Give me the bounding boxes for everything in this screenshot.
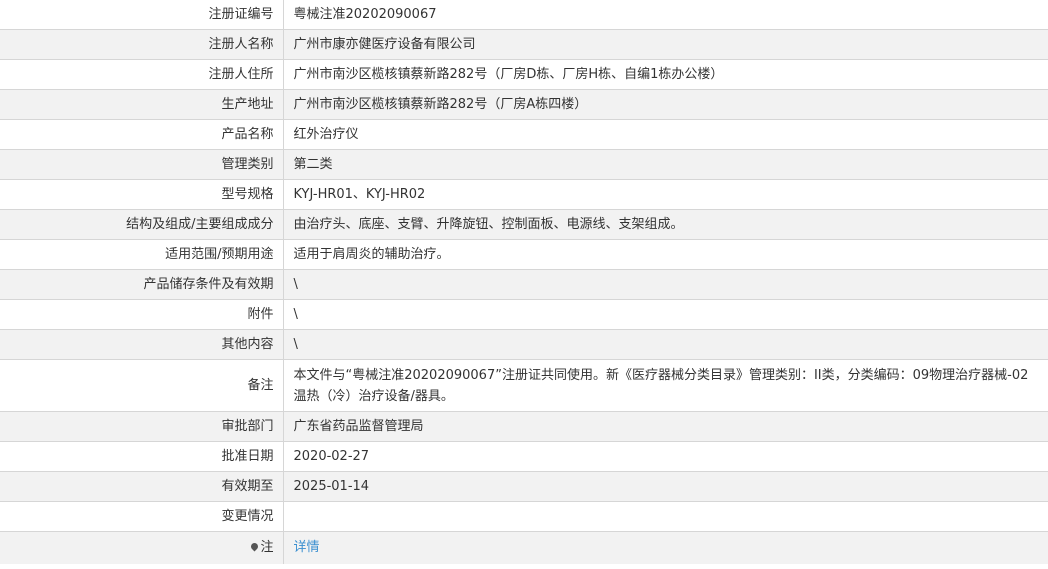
table-row-other-content: 其他内容 \ <box>0 329 1048 360</box>
table-row-product-name: 产品名称 红外治疗仪 <box>0 119 1048 150</box>
table-row-note: 注 详情 <box>0 531 1048 564</box>
row-value: \ <box>283 329 1048 360</box>
table-row-storage-validity: 产品储存条件及有效期 \ <box>0 269 1048 300</box>
table-row-production-address: 生产地址 广州市南沙区榄核镇蔡新路282号（厂房A栋四楼） <box>0 89 1048 120</box>
row-label: 批准日期 <box>0 441 284 472</box>
row-label: 注册人名称 <box>0 29 284 60</box>
row-label: 型号规格 <box>0 179 284 210</box>
row-value: 由治疗头、底座、支臂、升降旋钮、控制面板、电源线、支架组成。 <box>283 209 1048 240</box>
row-label: 注册证编号 <box>0 0 284 30</box>
row-label: 变更情况 <box>0 501 284 532</box>
pin-icon <box>250 541 260 552</box>
row-label: 管理类别 <box>0 149 284 180</box>
table-row-management-category: 管理类别 第二类 <box>0 149 1048 180</box>
note-value-cell: 详情 <box>283 531 1048 564</box>
row-label: 产品名称 <box>0 119 284 150</box>
row-value: 第二类 <box>283 149 1048 180</box>
row-value: \ <box>283 269 1048 300</box>
row-value: 广州市南沙区榄核镇蔡新路282号（厂房D栋、厂房H栋、自编1栋办公楼） <box>283 59 1048 90</box>
registration-info-table: 注册证编号 粤械注准20202090067 注册人名称 广州市康亦健医疗设备有限… <box>0 0 1048 564</box>
row-value: 红外治疗仪 <box>283 119 1048 150</box>
row-value: 本文件与“粤械注准20202090067”注册证共同使用。新《医疗器械分类目录》… <box>283 359 1048 412</box>
table-row-structure-composition: 结构及组成/主要组成成分 由治疗头、底座、支臂、升降旋钮、控制面板、电源线、支架… <box>0 209 1048 240</box>
table-row-remarks: 备注 本文件与“粤械注准20202090067”注册证共同使用。新《医疗器械分类… <box>0 359 1048 412</box>
details-link[interactable]: 详情 <box>294 540 320 555</box>
table-row-registrant-name: 注册人名称 广州市康亦健医疗设备有限公司 <box>0 29 1048 60</box>
table-row-registrant-address: 注册人住所 广州市南沙区榄核镇蔡新路282号（厂房D栋、厂房H栋、自编1栋办公楼… <box>0 59 1048 90</box>
row-value: 2020-02-27 <box>283 441 1048 472</box>
table-row-valid-until: 有效期至 2025-01-14 <box>0 471 1048 502</box>
row-label: 有效期至 <box>0 471 284 502</box>
row-label: 适用范围/预期用途 <box>0 239 284 270</box>
row-label: 附件 <box>0 299 284 330</box>
table-row-approval-department: 审批部门 广东省药品监督管理局 <box>0 411 1048 442</box>
table-row-attachments: 附件 \ <box>0 299 1048 330</box>
row-label: 其他内容 <box>0 329 284 360</box>
row-label: 结构及组成/主要组成成分 <box>0 209 284 240</box>
row-value: 广州市南沙区榄核镇蔡新路282号（厂房A栋四楼） <box>283 89 1048 120</box>
note-label-cell: 注 <box>0 531 284 564</box>
row-label: 生产地址 <box>0 89 284 120</box>
row-value: 广州市康亦健医疗设备有限公司 <box>283 29 1048 60</box>
note-label: 注 <box>260 540 274 556</box>
table-row-registration-number: 注册证编号 粤械注准20202090067 <box>0 0 1048 30</box>
table-row-approval-date: 批准日期 2020-02-27 <box>0 441 1048 472</box>
row-value: 2025-01-14 <box>283 471 1048 502</box>
row-label: 备注 <box>0 359 284 412</box>
row-label: 注册人住所 <box>0 59 284 90</box>
row-value: 适用于肩周炎的辅助治疗。 <box>283 239 1048 270</box>
row-value: 粤械注准20202090067 <box>283 0 1048 30</box>
row-value: \ <box>283 299 1048 330</box>
table-row-intended-use: 适用范围/预期用途 适用于肩周炎的辅助治疗。 <box>0 239 1048 270</box>
row-value: 广东省药品监督管理局 <box>283 411 1048 442</box>
row-value <box>283 501 1048 532</box>
row-value: KYJ-HR01、KYJ-HR02 <box>283 179 1048 210</box>
table-row-model-spec: 型号规格 KYJ-HR01、KYJ-HR02 <box>0 179 1048 210</box>
table-row-change-history: 变更情况 <box>0 501 1048 532</box>
row-label: 产品储存条件及有效期 <box>0 269 284 300</box>
row-label: 审批部门 <box>0 411 284 442</box>
